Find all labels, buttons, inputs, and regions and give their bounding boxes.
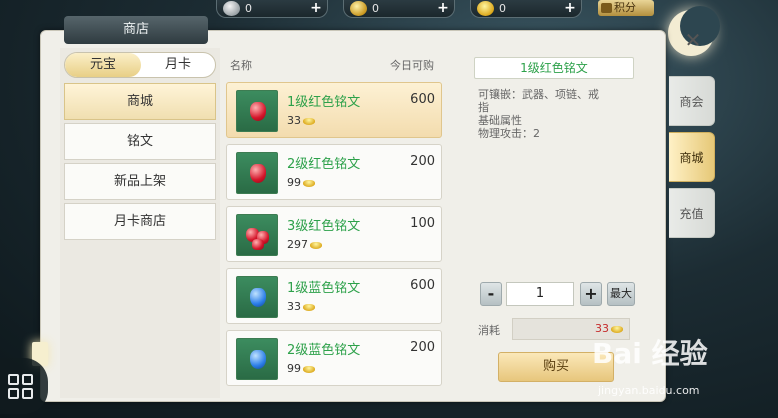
red-gem-icon — [252, 239, 264, 250]
nav-item-mall[interactable]: 商城 — [64, 83, 216, 120]
close-button[interactable]: ✕ — [680, 28, 706, 54]
gold-value: 0 — [499, 2, 506, 15]
grid-menu-icon — [8, 374, 36, 402]
item-price: 33 — [287, 300, 315, 313]
detail-title: 1级红色铭文 — [474, 57, 634, 79]
blue-gem-icon — [250, 288, 266, 307]
points-button[interactable]: 积分 — [598, 0, 654, 16]
copper-value: 0 — [372, 2, 379, 15]
copper-resource: 0 + — [343, 0, 455, 18]
add-silver-button[interactable]: + — [309, 1, 323, 15]
baidu-watermark: Bai 经验 jingyan.baidu.com — [592, 338, 762, 398]
red-gem-icon — [250, 164, 266, 183]
silver-resource: 0 + — [216, 0, 328, 18]
list-item[interactable]: 3级红色铭文 100 297 — [226, 206, 442, 262]
quantity-minus-button[interactable]: - — [480, 282, 502, 306]
item-daily-limit: 600 — [410, 92, 435, 107]
item-price-value: 99 — [287, 362, 301, 375]
tab-monthly-card[interactable]: 月卡 — [140, 53, 215, 77]
cost-label: 消耗 — [478, 324, 500, 337]
points-label: 积分 — [614, 1, 636, 14]
item-daily-limit: 600 — [410, 278, 435, 293]
item-icon — [236, 338, 278, 380]
item-price-value: 33 — [287, 114, 301, 127]
nav-item-monthly-shop[interactable]: 月卡商店 — [64, 203, 216, 240]
gold-resource: 0 + — [470, 0, 582, 18]
watermark-main: Bai 经验 — [592, 337, 708, 370]
item-name: 3级红色铭文 — [287, 219, 361, 234]
quantity-plus-button[interactable]: + — [580, 282, 602, 306]
detail-inlay-line1: 可镶嵌：武器、项链、戒 — [478, 88, 599, 101]
detail-attr-header: 基础属性 — [478, 114, 522, 127]
detail-attr: 物理攻击：2 — [478, 127, 540, 140]
item-icon — [236, 90, 278, 132]
gold-ingot-icon — [303, 117, 315, 125]
detail-inlay-line2: 指 — [478, 101, 489, 114]
cost-value: 33 — [595, 322, 609, 335]
gold-ingot-icon — [303, 303, 315, 311]
list-item[interactable]: 2级红色铭文 200 99 — [226, 144, 442, 200]
item-daily-limit: 200 — [410, 340, 435, 355]
item-name: 1级红色铭文 — [287, 95, 361, 110]
silver-coin-icon — [223, 1, 240, 16]
side-tab-recharge[interactable]: 充值 — [669, 188, 715, 238]
item-name: 1级蓝色铭文 — [287, 281, 361, 296]
item-price-value: 33 — [287, 300, 301, 313]
points-icon — [601, 3, 612, 13]
item-name: 2级红色铭文 — [287, 157, 361, 172]
silver-value: 0 — [245, 2, 252, 15]
item-price: 297 — [287, 238, 322, 251]
blue-gem-icon — [250, 350, 266, 369]
red-gem-icon — [250, 102, 266, 121]
header-name: 名称 — [230, 59, 252, 72]
currency-toggle: 元宝 月卡 — [64, 52, 216, 78]
main-menu-button[interactable] — [0, 358, 48, 414]
quantity-input[interactable]: 1 — [506, 282, 574, 306]
copper-coin-icon — [350, 1, 367, 16]
quantity-max-button[interactable]: 最大 — [607, 282, 635, 306]
item-price: 99 — [287, 176, 315, 189]
side-tab-guild[interactable]: 商会 — [669, 76, 715, 126]
shop-title: 商店 — [64, 16, 208, 44]
item-icon — [236, 276, 278, 318]
gold-ingot-icon — [611, 325, 623, 333]
gold-ingot-icon — [303, 365, 315, 373]
item-price: 99 — [287, 362, 315, 375]
gold-ingot-icon — [310, 241, 322, 249]
item-price: 33 — [287, 114, 315, 127]
item-daily-limit: 100 — [410, 216, 435, 231]
gold-ingot-icon — [303, 179, 315, 187]
list-item[interactable]: 1级蓝色铭文 600 33 — [226, 268, 442, 324]
item-icon — [236, 214, 278, 256]
side-tab-mall[interactable]: 商城 — [669, 132, 715, 182]
list-item[interactable]: 1级红色铭文 600 33 — [226, 82, 442, 138]
item-name: 2级蓝色铭文 — [287, 343, 361, 358]
item-icon — [236, 152, 278, 194]
nav-item-new-arrivals[interactable]: 新品上架 — [64, 163, 216, 200]
add-copper-button[interactable]: + — [436, 1, 450, 15]
header-daily-limit: 今日可购 — [390, 59, 434, 72]
item-daily-limit: 200 — [410, 154, 435, 169]
list-item[interactable]: 2级蓝色铭文 200 99 — [226, 330, 442, 386]
item-price-value: 99 — [287, 176, 301, 189]
add-gold-button[interactable]: + — [563, 1, 577, 15]
nav-item-inscription[interactable]: 铭文 — [64, 123, 216, 160]
item-price-value: 297 — [287, 238, 308, 251]
tab-yuanbao[interactable]: 元宝 — [65, 53, 141, 77]
watermark-url: jingyan.baidu.com — [598, 384, 700, 397]
gold-ingot-icon — [477, 1, 494, 16]
